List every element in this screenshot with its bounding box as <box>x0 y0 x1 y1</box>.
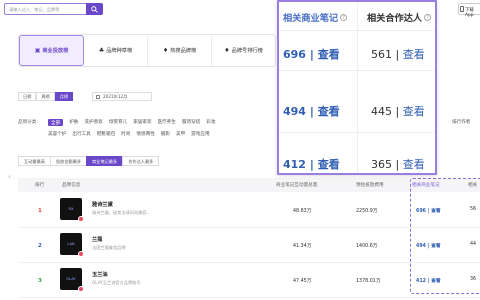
interaction-value: 41.34万 <box>293 244 312 249</box>
divider <box>279 70 435 71</box>
card-label: 品牌种草榜 <box>106 48 133 54</box>
card-label: 商业投放榜 <box>42 48 69 54</box>
card-label: 品牌号排行榜 <box>231 48 263 54</box>
month-value: 2021年12月 <box>103 94 128 99</box>
question-icon[interactable]: ? <box>340 14 348 21</box>
calendar-icon <box>96 95 100 99</box>
brand-name[interactable]: 玉兰油 <box>92 271 108 278</box>
period-day-button[interactable]: 日榜 <box>18 92 37 101</box>
category-item[interactable]: 美容个护 <box>48 131 66 137</box>
brand-desc: 法国兰蔻美妆品牌 <box>92 245 126 250</box>
category-item[interactable]: 美甲 <box>176 131 185 137</box>
category-item[interactable]: 母婴育儿 <box>109 119 127 126</box>
col-interaction[interactable]: 商业笔记互动量总量 <box>276 182 317 188</box>
category-item[interactable]: 洗护香氛 <box>84 119 102 126</box>
question-icon[interactable]: ? <box>424 14 432 21</box>
category-item[interactable]: 医疗养生 <box>158 119 176 126</box>
tab-spend[interactable]: 投放金额最多 <box>49 156 88 166</box>
callout-notes-header: 相关商业笔记? <box>283 10 348 24</box>
brand-desc: 雅诗兰黛，诞育全球风尚美容... <box>92 210 151 215</box>
callout-partners-value[interactable]: 365 | 查看 <box>371 156 425 172</box>
estimate-value: 1400.6万 <box>356 244 378 249</box>
callout-partners-value[interactable]: 445 | 查看 <box>371 103 425 119</box>
col-brand: 品牌信息 <box>62 183 81 188</box>
category-item[interactable]: 全部 <box>48 119 64 126</box>
period-switch: 日榜 周榜 月榜 <box>18 92 74 101</box>
category-item[interactable]: 彩妆 <box>206 119 215 126</box>
col-rank: 排行 <box>35 183 45 188</box>
interaction-value: 47.45万 <box>293 279 312 284</box>
card-hot-search[interactable]: ♦ 热搜品牌榜 <box>148 35 212 66</box>
card-label: 热搜品牌榜 <box>170 48 197 54</box>
ad-icon: ▣ <box>34 47 41 54</box>
category-item[interactable]: 游戏应用 <box>191 131 209 137</box>
callout-notes-value[interactable]: 412 | 查看 <box>283 156 340 172</box>
rank-number: 1 <box>38 208 42 214</box>
brand-name[interactable]: 兰蔻 <box>92 236 102 243</box>
search-input[interactable]: 请输入达人、笔记、品牌等 <box>4 3 86 15</box>
category-item[interactable]: 服饰穿搭 <box>182 119 200 126</box>
callout-partners-header: 相关合作达人? <box>367 10 432 24</box>
rank-number: 2 <box>38 243 42 249</box>
sprout-icon: ♣ <box>98 47 105 54</box>
period-week-button[interactable]: 周榜 <box>36 92 55 101</box>
card-brand-seeding[interactable]: ♣ 品牌种草榜 <box>84 35 148 66</box>
category-item[interactable]: 情感两性 <box>136 131 154 137</box>
category-row-1: 全部 护肤 洗护香氛 母婴育儿 家居家装 医疗养生 服饰穿搭 彩妆 <box>48 119 216 126</box>
callout-notes-value[interactable]: 696 | 查看 <box>283 46 340 62</box>
estimate-value: 2250.9万 <box>356 209 378 214</box>
tab-interaction[interactable]: 互动量最高 <box>18 156 51 166</box>
estimate-value: 1378.01万 <box>356 279 381 284</box>
divider <box>279 30 435 31</box>
search-button[interactable] <box>86 3 103 15</box>
callout-header: 相关商业笔记? 相关合作达人? <box>279 2 435 29</box>
callout-partners-value[interactable]: 561 | 查看 <box>371 46 425 62</box>
category-item[interactable]: 时尚 <box>121 131 130 137</box>
tab-partners[interactable]: 合作达人最多 <box>122 156 160 166</box>
download-app-label: 下载App <box>465 7 474 18</box>
category-item[interactable]: 出行工具 <box>72 131 90 137</box>
notes-column-highlight <box>410 178 480 294</box>
category-item[interactable]: 家居家装 <box>133 119 151 126</box>
scroll-left-arrow-icon[interactable]: ‹ <box>8 172 11 181</box>
magnified-callout: 相关商业笔记? 相关合作达人? 696 | 查看 561 | 查看 494 | … <box>277 0 437 175</box>
callout-notes-value[interactable]: 494 | 查看 <box>283 103 340 119</box>
period-month-button[interactable]: 月榜 <box>54 92 74 101</box>
card-brand-account[interactable]: ♦ 品牌号排行榜 <box>212 35 275 66</box>
interaction-value: 48.83万 <box>293 209 312 214</box>
diamond-icon: ♦ <box>162 47 169 54</box>
rank-type-cards: ▣ 商业投放榜 ♣ 品牌种草榜 ♦ 热搜品牌榜 ♦ 品牌号排行榜 <box>18 34 276 67</box>
brand-desc: OLAY玉兰油官方品牌账号 <box>92 280 141 285</box>
brand-name[interactable]: 雅诗兰黛 <box>92 201 113 208</box>
category-more[interactable]: 排行作者 <box>452 119 470 125</box>
month-select[interactable]: 2021年12月 <box>92 92 152 101</box>
sort-tabs: 互动量最高 投放金额最多 商业笔记最多 合作达人最多 <box>18 156 160 166</box>
search-icon <box>91 5 98 13</box>
category-item[interactable]: 护肤 <box>69 119 78 126</box>
phone-icon <box>460 6 464 12</box>
card-ad-ranking[interactable]: ▣ 商业投放榜 <box>19 35 84 66</box>
rank-number: 3 <box>38 278 42 284</box>
badge-icon: ♦ <box>224 47 230 54</box>
col-estimate[interactable]: 预估投放费用 <box>356 182 384 188</box>
verified-badge-icon <box>78 251 84 257</box>
verified-badge-icon <box>78 216 84 222</box>
category-label: 品牌分类: <box>18 120 38 125</box>
download-app-button[interactable]: 下载App <box>458 3 480 18</box>
verified-badge-icon <box>78 286 84 292</box>
divider <box>279 132 435 133</box>
category-row-2: 美容个护 出行工具 鞋靴箱包 时尚 情感两性 摄影 美甲 游戏应用 <box>48 131 210 137</box>
category-item[interactable]: 摄影 <box>161 131 170 137</box>
tab-notes[interactable]: 商业笔记最多 <box>86 156 124 166</box>
category-item[interactable]: 鞋靴箱包 <box>97 131 115 137</box>
